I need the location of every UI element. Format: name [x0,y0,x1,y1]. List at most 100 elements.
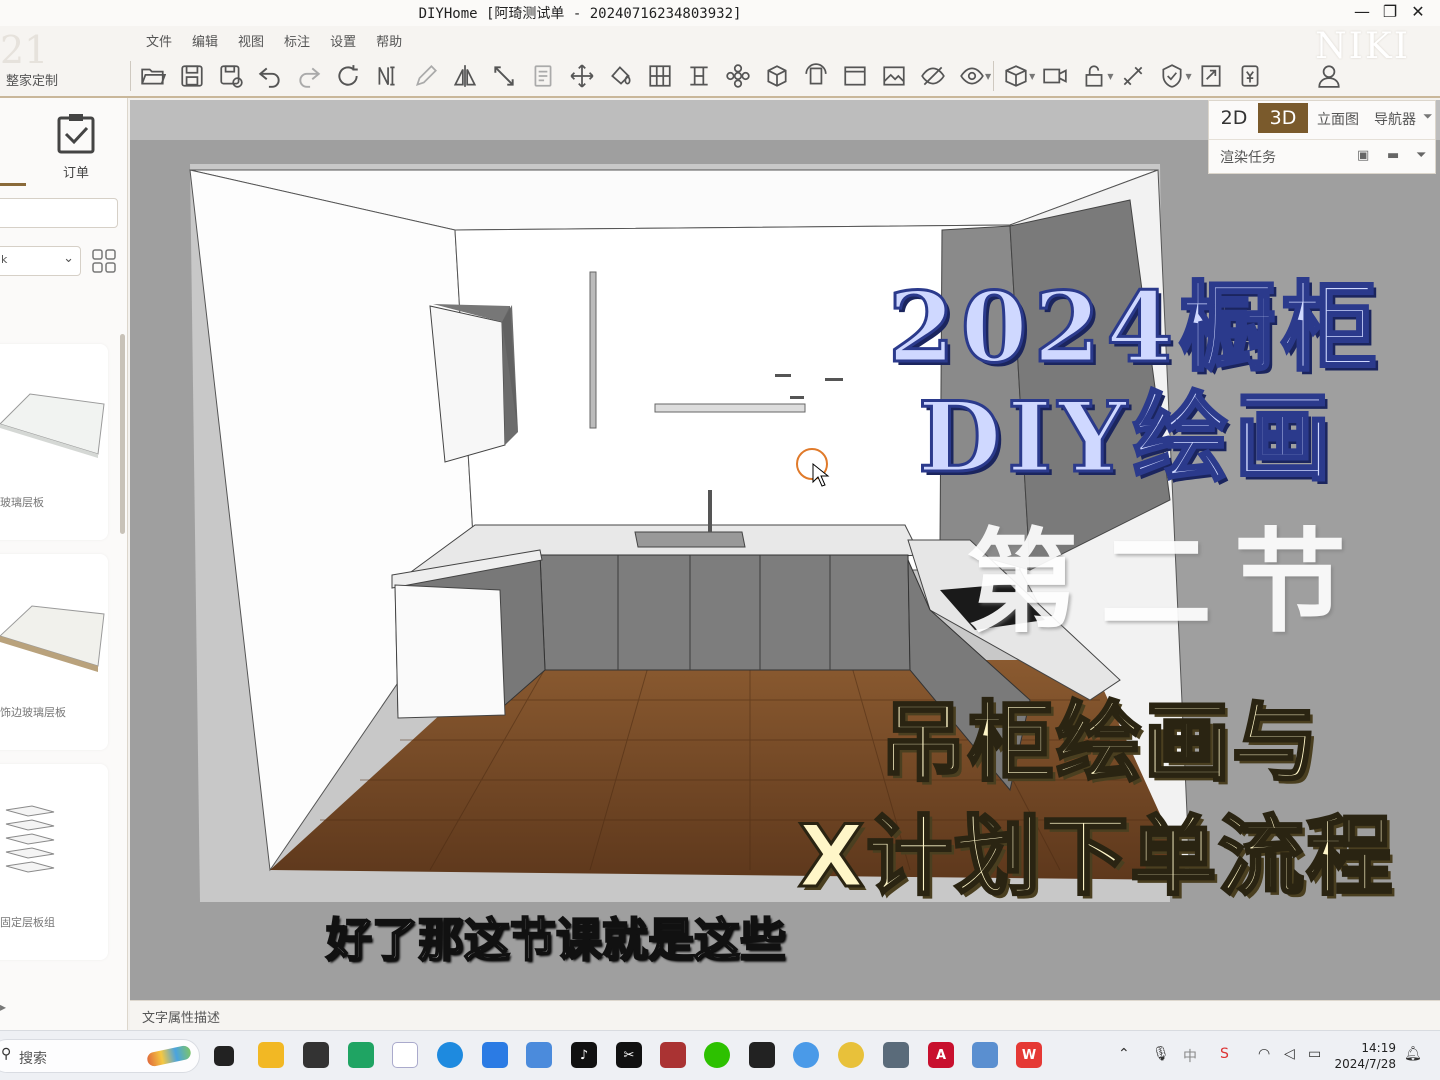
folder-open-icon[interactable] [133,59,172,93]
column-icon[interactable] [679,59,718,93]
volume-icon[interactable]: ◁ [1284,1046,1295,1062]
taskbar-clock[interactable]: 14:19 2024/7/28 [1334,1040,1396,1072]
microphone-icon[interactable]: 🎙 [1152,1046,1170,1062]
autocad-icon[interactable]: A [928,1042,954,1068]
app-cube-icon[interactable] [303,1042,329,1068]
winrar-icon[interactable] [660,1042,686,1068]
search-icon: ⚲ [1,1046,12,1062]
restore-button[interactable]: ❐ [1378,2,1402,21]
refresh-icon[interactable] [328,59,367,93]
render-folder-icon[interactable]: ▬ [1387,148,1399,163]
line-measure-icon[interactable] [484,59,523,93]
file-explorer-icon[interactable] [258,1042,284,1068]
chrome-icon[interactable] [838,1042,864,1068]
render-collapse-icon[interactable]: ⏷ [1416,148,1426,163]
brand-ghost-text: 21 [0,28,49,72]
document-icon[interactable] [523,59,562,93]
tab-2d[interactable]: 2D [1211,103,1257,133]
export-icon[interactable] [1192,59,1231,93]
library-item[interactable]: 固定层板组 [0,764,108,960]
menu-view[interactable]: 视图 [238,31,264,50]
library-item[interactable]: 玻璃层板 [0,344,108,540]
order-label: 订单 [62,166,89,181]
price-icon[interactable] [1231,59,1270,93]
dimension-icon[interactable] [367,59,406,93]
minimize-button[interactable]: — [1350,2,1374,21]
overlay-diy-line: DIY绘画 [917,380,1337,496]
grid-split-icon[interactable] [640,59,679,93]
cabinet-3d-icon[interactable] [757,59,796,93]
notification-bell-icon[interactable]: 🔔︎ [1404,1046,1422,1062]
save-as-icon[interactable] [211,59,250,93]
wps-icon[interactable]: W [1016,1042,1042,1068]
cabinet-rotate-icon[interactable] [796,59,835,93]
pencil-icon[interactable] [406,59,445,93]
move-icon[interactable] [562,59,601,93]
hide-eye-icon[interactable] [913,59,952,93]
menu-annotate[interactable]: 标注 [284,31,310,50]
app-network-icon[interactable] [392,1042,418,1068]
grid-view-icon[interactable] [91,248,117,274]
mirror-icon[interactable] [445,59,484,93]
library-search-input[interactable] [0,198,118,228]
app-green-icon[interactable] [348,1042,374,1068]
sogou-icon[interactable]: S [1220,1046,1229,1062]
ime-indicator[interactable]: 中 [1183,1046,1197,1066]
paint-bucket-icon[interactable] [601,59,640,93]
close-button[interactable]: ✕ [1406,2,1430,21]
menu-edit[interactable]: 编辑 [192,31,218,50]
user-icon[interactable] [1310,59,1349,93]
menu-bar: 文件 编辑 视图 标注 设置 帮助 [146,31,402,50]
diyhome-icon[interactable] [526,1042,552,1068]
battery-icon[interactable]: ▭ [1308,1046,1321,1062]
menu-settings[interactable]: 设置 [330,31,356,50]
undo-icon[interactable] [250,59,289,93]
render-image-icon[interactable]: ▣ [1357,148,1369,163]
expand-arrow-icon[interactable]: ▸ [0,1000,6,1014]
image-icon[interactable] [874,59,913,93]
window-icon[interactable] [835,59,874,93]
edge-browser-icon[interactable] [437,1042,463,1068]
capcut-icon[interactable]: ✂ [616,1042,642,1068]
taskbar-search[interactable]: ⚲ 搜索 [0,1039,200,1073]
camera-icon[interactable] [1035,59,1074,93]
navigator-dropdown-icon[interactable]: ⏷ [1423,109,1433,124]
menu-help[interactable]: 帮助 [376,31,402,50]
overlay-subtitle1: 吊柜绘画与 [879,692,1320,795]
search-highlight-icon [146,1044,192,1068]
brand-label[interactable]: 整家定制 [6,70,58,89]
flower-icon[interactable] [718,59,757,93]
video-app-icon[interactable] [749,1042,775,1068]
category-select[interactable]: k ⌄ [0,246,81,276]
chat-app-icon[interactable] [793,1042,819,1068]
tools-icon[interactable] [1113,59,1152,93]
chevron-up-icon[interactable]: ⌃ [1118,1046,1130,1062]
fixed-shelf-group-thumbnail [5,805,55,873]
save-icon[interactable] [172,59,211,93]
tab-navigator[interactable]: 导航器 [1367,103,1423,133]
order-icon [57,114,95,154]
tab-3d[interactable]: 3D [1258,103,1308,133]
task-view-icon[interactable] [214,1046,234,1066]
left-panel-scrollbar[interactable] [120,334,125,534]
order-tab[interactable]: 订单 [48,112,104,181]
taskbar: ⚲ 搜索 ♪ ✂ A W ⌃ 🎙 中 S ◠ ◁ ▭ 14:19 2024/7/… [0,1030,1440,1080]
menu-file[interactable]: 文件 [146,31,172,50]
category-select-value: k [1,253,8,266]
calculator-icon[interactable] [883,1042,909,1068]
title-bar: DIYHome [阿琦测试单 - 20240716234803932] — ❐ … [0,0,1440,26]
library-item[interactable]: 饰边玻璃层板 [0,554,108,750]
wechat-icon[interactable] [704,1042,730,1068]
chevron-down-icon: ⌄ [63,251,74,266]
wifi-icon[interactable]: ◠ [1258,1046,1270,1062]
tiktok-icon[interactable]: ♪ [571,1042,597,1068]
app-blue-icon[interactable] [482,1042,508,1068]
redo-icon[interactable] [289,59,328,93]
diyhome-active-icon[interactable] [972,1042,998,1068]
active-tab-indicator [0,183,26,186]
3d-viewport[interactable]: 2024橱柜 DIY绘画 第二节 吊柜绘画与 X计划下单流程 好了那这节课就是这… [130,100,1440,1000]
view-dropdown-icon[interactable]: ▼ [985,72,991,81]
glass-shelf-thumbnail [0,393,105,458]
video-caption: 好了那这节课就是这些 [325,912,787,968]
tab-elevation[interactable]: 立面图 [1311,103,1365,133]
